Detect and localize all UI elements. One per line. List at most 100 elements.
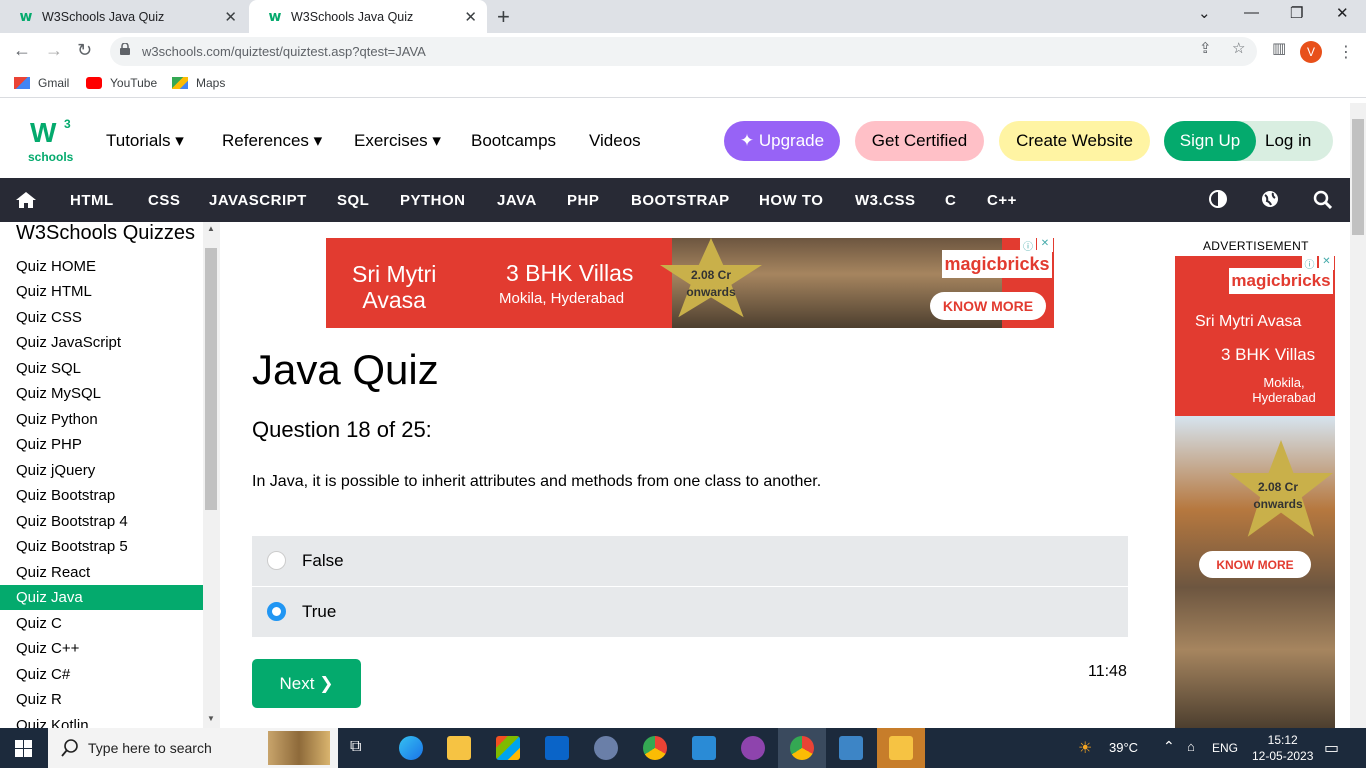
page-scrollbar[interactable] — [1350, 103, 1366, 728]
sidebar-item-quiz-sql[interactable]: Quiz SQL — [0, 356, 203, 381]
sidebar-item-quiz-php[interactable]: Quiz PHP — [0, 432, 203, 457]
address-bar[interactable]: w3schools.com/quiztest/quiztest.asp?qtes… — [110, 37, 1257, 66]
right-skyscraper-ad[interactable]: magicbricks Sri Mytri Avasa 3 BHK Villas… — [1175, 256, 1335, 728]
windows-start-icon[interactable] — [15, 740, 32, 757]
sidebar-item-quiz-home[interactable]: Quiz HOME — [0, 254, 203, 279]
menu-tutorials[interactable]: Tutorials ▾ — [106, 131, 184, 151]
tab-search-chevron-icon[interactable]: ⌄ — [1198, 4, 1211, 22]
tray-chevron-icon[interactable]: ⌃ — [1163, 738, 1175, 755]
profile-avatar[interactable]: V — [1300, 41, 1322, 63]
store-icon[interactable] — [496, 736, 520, 760]
notifications-icon[interactable]: ▭ — [1324, 738, 1339, 758]
weather-temp[interactable]: 39°C — [1109, 740, 1138, 755]
chrome-menu-icon[interactable]: ⋮ — [1338, 42, 1354, 62]
sidebar-item-quiz-bootstrap-4[interactable]: Quiz Bootstrap 4 — [0, 509, 203, 534]
bookmark-gmail[interactable]: Gmail — [14, 76, 69, 90]
search-icon[interactable] — [1313, 190, 1332, 209]
weather-icon[interactable]: ☀ — [1078, 738, 1092, 758]
sidebar-item-quiz-css[interactable]: Quiz CSS — [0, 305, 203, 330]
w3schools-logo[interactable]: W 3 schools — [26, 117, 76, 167]
sidebar-item-quiz-kotlin[interactable]: Quiz Kotlin — [0, 713, 203, 728]
nav-how-to[interactable]: HOW TO — [759, 192, 823, 209]
nav-java[interactable]: JAVA — [497, 192, 537, 209]
get-certified-button[interactable]: Get Certified — [855, 121, 984, 161]
photos-icon[interactable] — [839, 736, 863, 760]
nav-javascript[interactable]: JAVASCRIPT — [209, 192, 307, 209]
sidebar-item-quiz-html[interactable]: Quiz HTML — [0, 279, 203, 304]
scrollbar-thumb[interactable] — [1352, 119, 1364, 235]
clock[interactable]: 15:12 12-05-2023 — [1252, 732, 1313, 764]
sidebar-item-quiz-javascript[interactable]: Quiz JavaScript — [0, 330, 203, 355]
github-desktop-icon[interactable] — [741, 736, 765, 760]
sidebar-item-quiz-cpp[interactable]: Quiz C++ — [0, 636, 203, 661]
menu-videos[interactable]: Videos — [589, 131, 641, 151]
files-icon[interactable] — [889, 736, 913, 760]
sidebar-item-quiz-bootstrap-5[interactable]: Quiz Bootstrap 5 — [0, 534, 203, 559]
network-icon[interactable]: ⌂ — [1187, 739, 1195, 754]
close-tab-icon[interactable]: ✕ — [224, 8, 237, 26]
forward-icon[interactable]: → — [45, 40, 63, 61]
chrome-active-icon[interactable] — [790, 736, 814, 760]
answer-option-false[interactable]: False — [252, 536, 1128, 586]
nav-css[interactable]: CSS — [148, 192, 180, 209]
sidebar-item-quiz-r[interactable]: Quiz R — [0, 687, 203, 712]
language-indicator[interactable]: ENG — [1212, 741, 1238, 755]
sidebar-item-quiz-react[interactable]: Quiz React — [0, 560, 203, 585]
radio-button[interactable] — [267, 551, 286, 570]
log-in-button[interactable]: Log in — [1265, 131, 1311, 151]
ad-close-icon[interactable]: ✕ — [1319, 256, 1334, 270]
minimize-icon[interactable]: — — [1244, 4, 1259, 21]
theme-toggle-icon[interactable] — [1209, 190, 1227, 208]
nav-html[interactable]: HTML — [70, 192, 114, 209]
sidebar-item-quiz-bootstrap[interactable]: Quiz Bootstrap — [0, 483, 203, 508]
close-window-icon[interactable]: ✕ — [1336, 4, 1349, 22]
ad-info-icon[interactable]: ⓘ — [1020, 238, 1036, 253]
vscode-icon[interactable] — [692, 736, 716, 760]
bookmark-star-icon[interactable]: ☆ — [1232, 39, 1245, 57]
file-explorer-icon[interactable] — [447, 736, 471, 760]
upgrade-button[interactable]: ✦ Upgrade — [724, 121, 840, 161]
globe-icon[interactable] — [1261, 190, 1279, 208]
ad-know-more-button[interactable]: KNOW MORE — [930, 292, 1046, 320]
home-icon[interactable] — [15, 191, 37, 209]
sidebar-item-quiz-java[interactable]: Quiz Java — [0, 585, 203, 610]
nav-c[interactable]: C — [945, 192, 956, 209]
back-icon[interactable]: ← — [13, 40, 31, 61]
nav-php[interactable]: PHP — [567, 192, 599, 209]
ad-know-more-button[interactable]: KNOW MORE — [1199, 551, 1311, 578]
mail-icon[interactable] — [545, 736, 569, 760]
scrollbar-thumb[interactable] — [205, 248, 217, 510]
browser-tab-1[interactable]: w W3Schools Java Quiz ✕ — [0, 0, 247, 33]
nav-w3css[interactable]: W3.CSS — [855, 192, 916, 209]
nav-python[interactable]: PYTHON — [400, 192, 466, 209]
scroll-down-icon[interactable]: ▼ — [207, 714, 215, 723]
ad-info-icon[interactable]: ⓘ — [1302, 256, 1317, 271]
ad-close-icon[interactable]: ✕ — [1037, 238, 1053, 252]
next-button[interactable]: Next ❯ — [252, 659, 361, 708]
app-icon[interactable] — [594, 736, 618, 760]
bookmark-youtube[interactable]: YouTube — [86, 76, 157, 90]
menu-references[interactable]: References ▾ — [222, 131, 322, 151]
bookmark-maps[interactable]: Maps — [172, 76, 225, 90]
task-view-icon[interactable]: ⧉ — [350, 738, 361, 756]
new-tab-icon[interactable]: + — [497, 4, 510, 30]
sidebar-item-quiz-python[interactable]: Quiz Python — [0, 407, 203, 432]
top-banner-ad[interactable]: Sri Mytri Avasa 3 BHK Villas Mokila, Hyd… — [326, 238, 1054, 328]
chrome-icon[interactable] — [643, 736, 667, 760]
menu-bootcamps[interactable]: Bootcamps — [471, 131, 556, 151]
sidebar-item-quiz-c[interactable]: Quiz C — [0, 611, 203, 636]
edge-icon[interactable] — [399, 736, 423, 760]
side-panel-icon[interactable]: ▥ — [1272, 39, 1286, 57]
sidebar-item-quiz-csharp[interactable]: Quiz C# — [0, 662, 203, 687]
sidebar-scrollbar[interactable]: ▲ ▼ — [203, 222, 220, 728]
nav-bootstrap[interactable]: BOOTSTRAP — [631, 192, 730, 209]
radio-button-selected[interactable] — [267, 602, 286, 621]
create-website-button[interactable]: Create Website — [999, 121, 1150, 161]
nav-sql[interactable]: SQL — [337, 192, 369, 209]
reload-icon[interactable]: ↻ — [77, 40, 92, 61]
sign-up-button[interactable]: Sign Up — [1164, 121, 1256, 161]
sidebar-item-quiz-mysql[interactable]: Quiz MySQL — [0, 381, 203, 406]
menu-exercises[interactable]: Exercises ▾ — [354, 131, 441, 151]
close-tab-icon[interactable]: ✕ — [464, 8, 477, 26]
sidebar-item-quiz-jquery[interactable]: Quiz jQuery — [0, 458, 203, 483]
